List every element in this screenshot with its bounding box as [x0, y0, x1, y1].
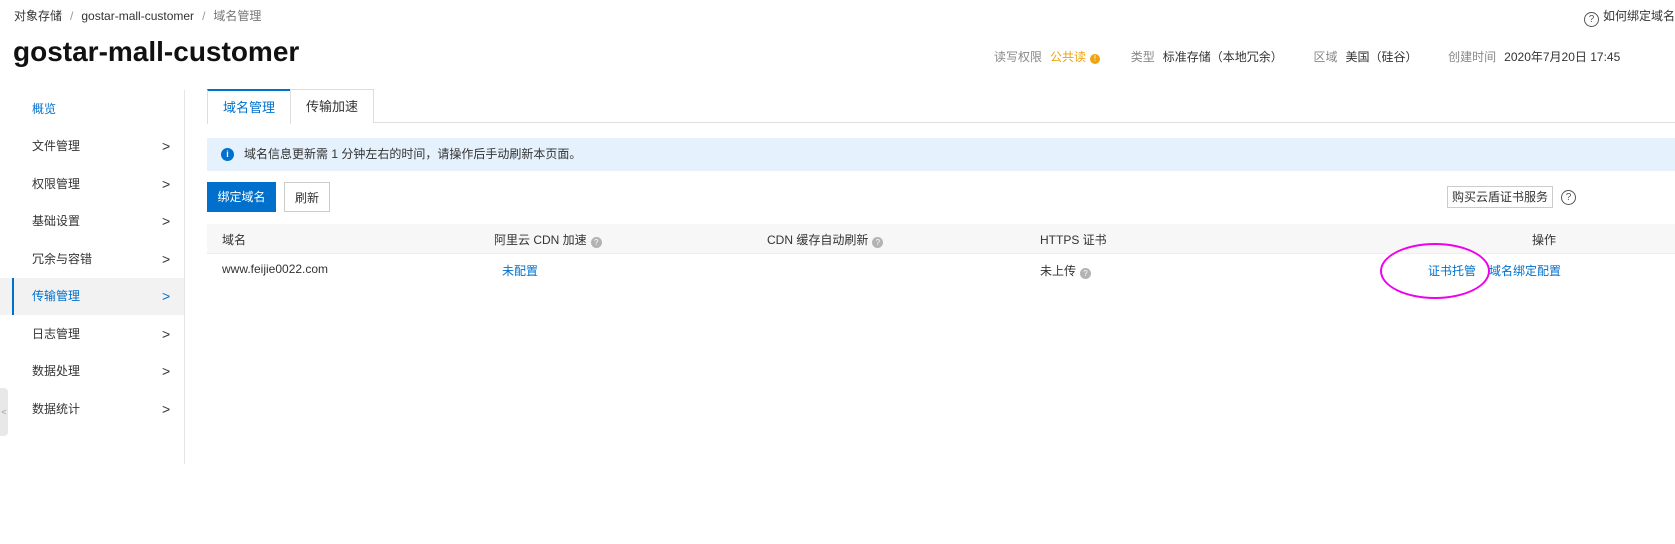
chevron-right-icon: > [162, 401, 171, 417]
type-value: 标准存储（本地冗余） [1162, 50, 1283, 64]
bucket-meta: 读写权限 公共读! 类型 标准存储（本地冗余） 区域 美国（硅谷） 创建时间 2020年… [994, 48, 1620, 65]
column-header-ops: 操作 [1532, 233, 1557, 247]
chevron-right-icon: > [162, 251, 171, 267]
type-key: 类型 [1130, 50, 1155, 64]
chevron-right-icon: > [162, 138, 171, 154]
bind-domain-button[interactable]: 绑定域名 [207, 182, 276, 212]
region-value: 美国（硅谷） [1345, 50, 1418, 64]
created-key: 创建时间 [1448, 50, 1497, 64]
help-icon[interactable]: ? [590, 237, 602, 248]
sidebar-item-label: 数据处理 [32, 364, 81, 378]
chevron-right-icon: > [162, 176, 171, 192]
sidebar-item-files[interactable]: 文件管理 > [0, 128, 184, 165]
breadcrumb-oss[interactable]: 对象存储 [14, 9, 62, 23]
column-header-label: CDN 缓存自动刷新 [767, 233, 869, 247]
cdn-config-link[interactable]: 未配置 [502, 262, 538, 279]
tab-transfer-acceleration[interactable]: 传输加速 [290, 89, 375, 123]
sidebar-item-transfer[interactable]: 传输管理 > [0, 278, 184, 315]
buy-certificate-button[interactable]: 购买云盾证书服务 [1447, 186, 1553, 208]
breadcrumb-separator: / [70, 9, 74, 23]
created-value: 2020年7月20日 17:45 [1504, 50, 1621, 64]
sidebar-item-overview[interactable]: 概览 [0, 91, 184, 128]
chevron-right-icon: > [162, 363, 171, 379]
https-status: 未上传 [1040, 264, 1077, 278]
sidebar-item-permissions[interactable]: 权限管理 > [0, 166, 184, 203]
cell-https: 未上传? [1040, 262, 1092, 279]
cell-domain: www.feijie0022.com [222, 262, 329, 276]
column-header-cdn: 阿里云 CDN 加速? [494, 231, 602, 248]
question-icon: ? [1583, 12, 1599, 27]
sidebar-item-label: 数据统计 [32, 402, 81, 416]
sidebar-item-label: 概览 [32, 102, 57, 116]
breadcrumb: 对象存储 / gostar-mall-customer / 域名管理 [14, 7, 261, 24]
chevron-left-icon: < [1, 407, 7, 417]
help-icon[interactable]: ? [872, 237, 884, 248]
domain-binding-config-link[interactable]: 域名绑定配置 [1489, 262, 1561, 279]
info-icon: i [221, 148, 234, 161]
sidebar: 概览 文件管理 > 权限管理 > 基础设置 > 冗余与容错 > 传输管理 > 日志管理 > … [0, 90, 185, 464]
sidebar-item-label: 文件管理 [32, 139, 81, 153]
annotation-circle [1380, 243, 1490, 299]
sidebar-item-label: 基础设置 [32, 214, 81, 228]
sidebar-item-logs[interactable]: 日志管理 > [0, 316, 184, 353]
sidebar-item-redundancy[interactable]: 冗余与容错 > [0, 241, 184, 278]
sidebar-collapse-handle[interactable]: < [0, 388, 8, 436]
rw-key: 读写权限 [994, 50, 1043, 64]
help-icon[interactable]: ? [1080, 268, 1092, 279]
chevron-right-icon: > [162, 213, 171, 229]
page-title: gostar-mall-customer [13, 36, 300, 67]
tabs-divider [207, 122, 1675, 123]
sidebar-item-label: 传输管理 [32, 289, 81, 303]
chevron-right-icon: > [162, 326, 171, 342]
tab-domain-management[interactable]: 域名管理 [207, 89, 292, 124]
help-link[interactable]: ? 如何绑定域名 [1583, 7, 1675, 27]
column-header-label: 阿里云 CDN 加速 [494, 233, 587, 247]
rw-value: 公共读 [1050, 50, 1087, 64]
active-indicator [12, 278, 14, 315]
sidebar-item-basic-settings[interactable]: 基础设置 > [0, 203, 184, 240]
notice-text: 域名信息更新需 1 分钟左右的时间，请操作后手动刷新本页面。 [244, 147, 582, 161]
sidebar-item-label: 权限管理 [32, 177, 81, 191]
column-header-domain: 域名 [222, 233, 247, 247]
column-header-https: HTTPS 证书 [1040, 233, 1107, 247]
region-key: 区域 [1313, 50, 1338, 64]
info-notice: i 域名信息更新需 1 分钟左右的时间，请操作后手动刷新本页面。 [207, 138, 1675, 171]
sidebar-item-label: 日志管理 [32, 327, 81, 341]
breadcrumb-bucket[interactable]: gostar-mall-customer [81, 9, 194, 23]
sidebar-item-label: 冗余与容错 [32, 252, 93, 266]
breadcrumb-current: 域名管理 [213, 9, 262, 23]
warning-icon[interactable]: ! [1090, 54, 1101, 64]
question-icon[interactable]: ? [1561, 190, 1576, 205]
column-header-cache: CDN 缓存自动刷新? [767, 231, 884, 248]
help-label: 如何绑定域名 [1602, 9, 1675, 23]
sidebar-item-statistics[interactable]: 数据统计 > [0, 391, 184, 428]
sidebar-item-data-processing[interactable]: 数据处理 > [0, 353, 184, 390]
refresh-button[interactable]: 刷新 [284, 182, 330, 212]
chevron-right-icon: > [162, 288, 171, 304]
breadcrumb-separator: / [202, 9, 206, 23]
